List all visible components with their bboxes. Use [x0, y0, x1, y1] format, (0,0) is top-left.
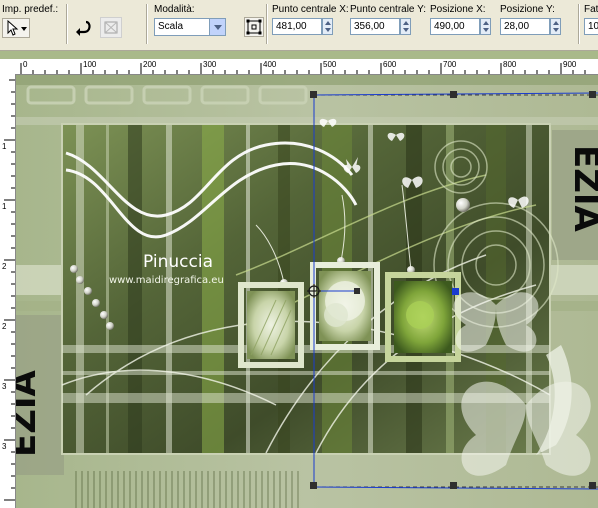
artwork-image: Pinuccia www.maidiregrafica.eu EZIA EZIA — [16, 75, 598, 508]
ruler-h-label: 700 — [443, 60, 457, 69]
apply-button[interactable] — [100, 17, 122, 38]
position-x-label: Posizione X: — [430, 4, 486, 15]
position-y-label: Posizione Y: — [500, 4, 555, 15]
factor-input[interactable]: 10 — [584, 18, 598, 35]
transform-mode-button[interactable] — [244, 17, 264, 37]
preset-label: Imp. predef.: — [2, 4, 59, 15]
canvas-top-strip — [0, 51, 598, 59]
ruler-h-label: 900 — [563, 60, 577, 69]
ruler-h-label: 400 — [263, 60, 277, 69]
ruler-h-label: 200 — [143, 60, 157, 69]
ruler-h-label: 800 — [503, 60, 517, 69]
ruler-v-label: 2 — [2, 262, 7, 271]
ruler-v-label: 3 — [2, 442, 7, 451]
pick-frame-icon — [246, 19, 262, 35]
ruler-h-label: 600 — [383, 60, 397, 69]
horizontal-ruler: 0 100 200 300 400 500 600 700 800 900 — [0, 59, 598, 75]
position-x-spinner[interactable] — [480, 18, 491, 35]
preset-picker-button[interactable] — [2, 18, 30, 38]
toolbar-separator — [266, 4, 268, 44]
vertical-ruler: 1 1 2 2 3 3 — [0, 74, 16, 508]
position-y-spinner[interactable] — [550, 18, 561, 35]
ruler-h-label: 300 — [203, 60, 217, 69]
center-x-label: Punto centrale X: — [272, 4, 349, 15]
ruler-v-label: 3 — [2, 382, 7, 391]
mode-label: Modalità: — [154, 4, 195, 15]
toolbar-separator — [66, 4, 68, 44]
center-y-input[interactable]: 356,00 — [350, 18, 400, 35]
chevron-down-icon[interactable] — [209, 19, 225, 35]
toolbar-separator — [146, 4, 148, 44]
mode-select-value: Scala — [158, 21, 184, 32]
ruler-v-label: 1 — [2, 142, 7, 151]
undo-arrow-icon — [76, 20, 91, 36]
position-x-input[interactable]: 490,00 — [430, 18, 480, 35]
mode-select[interactable]: Scala — [154, 18, 226, 36]
tool-options-bar: Imp. predef.: Modalità: Scala Punto cent… — [0, 0, 598, 51]
selection-handle-active — [452, 288, 459, 295]
center-x-spinner[interactable] — [322, 18, 333, 35]
ruler-v-label: 2 — [2, 322, 7, 331]
deform-box-icon — [104, 21, 118, 34]
position-y-input[interactable]: 28,00 — [500, 18, 550, 35]
center-y-spinner[interactable] — [400, 18, 411, 35]
signature-name: Pinuccia — [143, 252, 213, 272]
ruler-h-label: 500 — [323, 60, 337, 69]
center-y-label: Punto centrale Y: — [350, 4, 426, 15]
factor-label: Fat — [584, 4, 598, 15]
image-canvas[interactable]: Pinuccia www.maidiregrafica.eu EZIA EZIA — [16, 75, 598, 508]
toolbar-separator — [578, 4, 580, 44]
center-x-input[interactable]: 481,00 — [272, 18, 322, 35]
workspace: 0 100 200 300 400 500 600 700 800 900 1 … — [0, 51, 598, 508]
ezia-side-logo-right: EZIA — [566, 145, 598, 233]
ruler-h-label: 100 — [83, 60, 97, 69]
signature-url: www.maidiregrafica.eu — [109, 275, 224, 286]
ruler-h-label: 0 — [23, 60, 28, 69]
pointer-arrow-icon — [7, 19, 27, 36]
reset-button[interactable] — [72, 17, 94, 38]
ruler-v-label: 1 — [2, 202, 7, 211]
ezia-side-logo-left: EZIA — [16, 369, 44, 457]
